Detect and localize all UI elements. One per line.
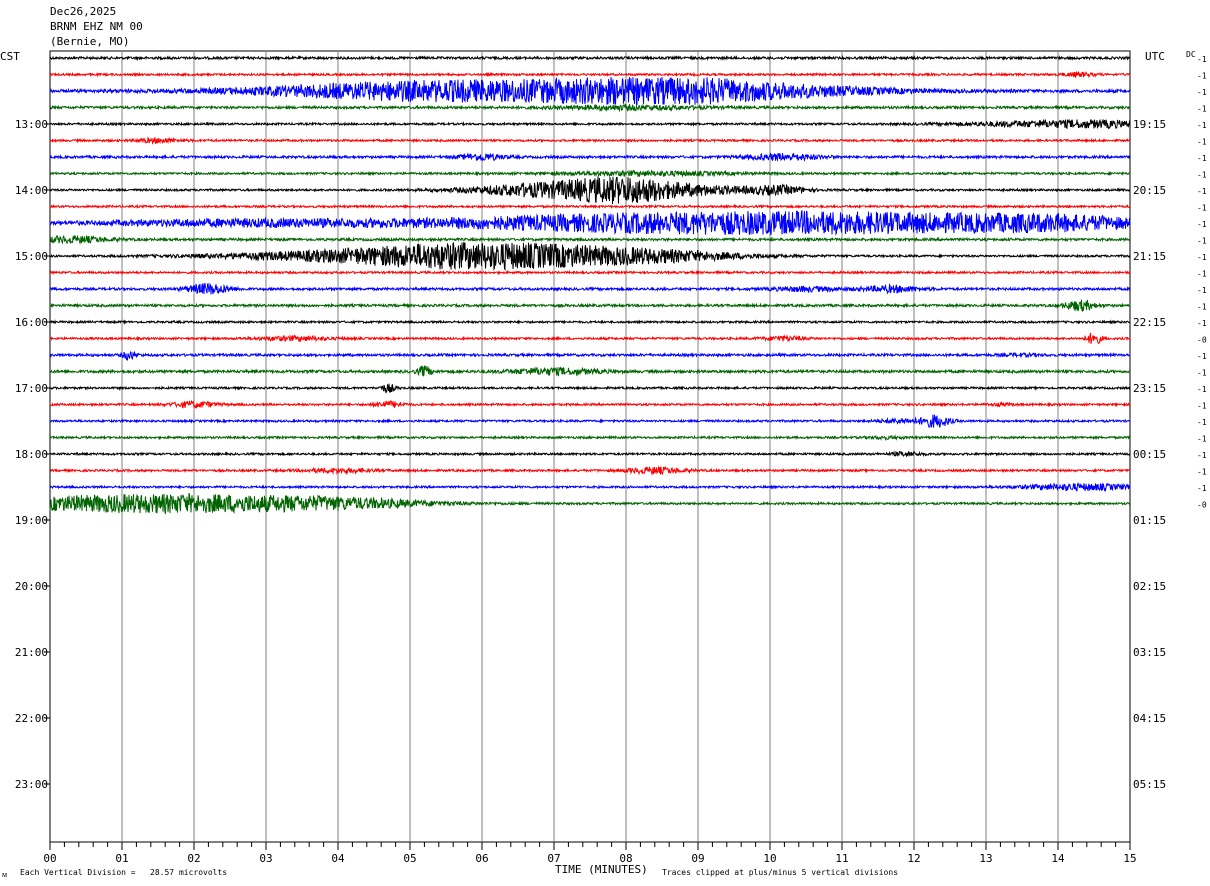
seismic-trace: [49, 209, 1131, 236]
x-tick-label: 00: [43, 852, 56, 865]
seismic-trace: [49, 482, 1131, 493]
seismic-trace: [49, 269, 1131, 276]
right-hour-label: 05:15: [1133, 778, 1166, 791]
dc-offset-label: -1: [1197, 187, 1207, 196]
seismic-trace: [49, 76, 1131, 107]
left-hour-label: 16:00: [15, 316, 48, 329]
dc-offset-label: -1: [1197, 88, 1207, 97]
left-hour-label: 14:00: [15, 184, 48, 197]
dc-offset-label: -1: [1197, 451, 1207, 460]
x-tick-label: 05: [403, 852, 416, 865]
seismic-trace: [49, 450, 1131, 458]
dc-offset-label: -1: [1197, 220, 1207, 229]
x-tick-label: 03: [259, 852, 272, 865]
dc-offset-label: -1: [1197, 55, 1207, 64]
seismic-trace: [49, 169, 1130, 178]
x-tick-label: 01: [115, 852, 128, 865]
right-hour-label: 04:15: [1133, 712, 1166, 725]
dc-offset-label: -0: [1197, 336, 1207, 345]
left-hour-label: 18:00: [15, 448, 48, 461]
dc-offset-label: -1: [1197, 369, 1207, 378]
left-hour-label: 17:00: [15, 382, 48, 395]
seismic-trace: [49, 282, 1131, 295]
left-hour-label: 20:00: [15, 580, 48, 593]
right-hour-label: 19:15: [1133, 118, 1166, 131]
dc-offset-label: -1: [1197, 385, 1207, 394]
seismic-trace: [49, 234, 1131, 245]
plot-frame: [49, 50, 1131, 843]
dc-offset-label: -1: [1197, 105, 1207, 114]
dc-offset-label: -1: [1197, 270, 1207, 279]
seismic-trace: [49, 299, 1131, 312]
dc-offset-label: -1: [1197, 303, 1207, 312]
seismic-trace: [49, 152, 1130, 162]
x-tick-label: 13: [979, 852, 992, 865]
dc-offset-label: -1: [1197, 204, 1207, 213]
seismic-trace: [49, 176, 1131, 205]
seismic-trace: [49, 136, 1130, 145]
dc-offset-label: -1: [1197, 121, 1207, 130]
x-tick-label: 14: [1051, 852, 1065, 865]
dc-offset-label: -0: [1197, 501, 1207, 510]
dc-offset-label: -1: [1197, 138, 1207, 147]
dc-offset-label: -1: [1197, 352, 1207, 361]
seismic-trace: [49, 54, 1131, 62]
x-tick-label: 12: [907, 852, 920, 865]
scale-note: Each Vertical Division = 28.57 microvolt…: [20, 868, 228, 877]
seismic-trace: [49, 118, 1131, 130]
x-tick-label: 02: [187, 852, 200, 865]
left-hour-label: 23:00: [15, 778, 48, 791]
left-hour-label: 13:00: [15, 118, 48, 131]
left-hour-label: 22:00: [15, 712, 48, 725]
seismic-trace: [49, 319, 1131, 325]
x-tick-label: 09: [691, 852, 704, 865]
seismic-trace: [49, 492, 1131, 515]
right-hour-label: 01:15: [1133, 514, 1166, 527]
seismic-trace: [49, 332, 1131, 345]
x-tick-label: 11: [835, 852, 848, 865]
right-hour-label: 02:15: [1133, 580, 1166, 593]
seismic-trace: [49, 71, 1131, 79]
left-hour-label: 21:00: [15, 646, 48, 659]
left-hour-label: 19:00: [15, 514, 48, 527]
dc-offset-label: -1: [1197, 286, 1207, 295]
right-hour-label: 20:15: [1133, 184, 1166, 197]
dc-offset-label: -1: [1197, 72, 1207, 81]
dc-offset-label: -1: [1197, 253, 1207, 262]
dc-offset-label: -1: [1197, 484, 1207, 493]
seismic-trace: [49, 414, 1131, 428]
x-tick-label: 04: [331, 852, 345, 865]
right-hour-label: 00:15: [1133, 448, 1166, 461]
left-hour-label: 15:00: [15, 250, 48, 263]
right-hour-label: 03:15: [1133, 646, 1166, 659]
x-axis-title: TIME (MINUTES): [555, 863, 648, 876]
dc-offset-label: -1: [1197, 237, 1207, 246]
corner-mark: ᴍ: [2, 870, 8, 879]
seismic-trace: [49, 103, 1131, 113]
right-hour-label: 22:15: [1133, 316, 1166, 329]
dc-offset-label: -1: [1197, 319, 1207, 328]
dc-offset-label: -1: [1197, 154, 1207, 163]
helicorder-plot: 00 01 02 03 04 05 06 07 08 09 10 11 12 13 14 1513:0014:…: [15, 50, 1207, 865]
right-hour-label: 21:15: [1133, 250, 1166, 263]
seismic-trace: [49, 434, 1131, 442]
seismic-trace: [49, 365, 1131, 377]
seismic-trace: [49, 203, 1131, 210]
x-tick-label: 06: [475, 852, 488, 865]
seismic-trace: [49, 383, 1131, 394]
dc-offset-label: -1: [1197, 435, 1207, 444]
dc-offset-label: -1: [1197, 402, 1207, 411]
seismic-trace: [49, 351, 1131, 362]
seismic-trace: [49, 465, 1131, 476]
clip-note: Traces clipped at plus/minus 5 vertical …: [662, 868, 899, 877]
dc-offset-label: -1: [1197, 468, 1207, 477]
x-tick-label: 15: [1123, 852, 1136, 865]
x-tick-label: 10: [763, 852, 776, 865]
dc-offset-label: -1: [1197, 418, 1207, 427]
right-hour-label: 23:15: [1133, 382, 1166, 395]
seismic-trace: [49, 241, 1131, 272]
seismic-trace: [49, 399, 1131, 409]
dc-offset-label: -1: [1197, 171, 1207, 180]
